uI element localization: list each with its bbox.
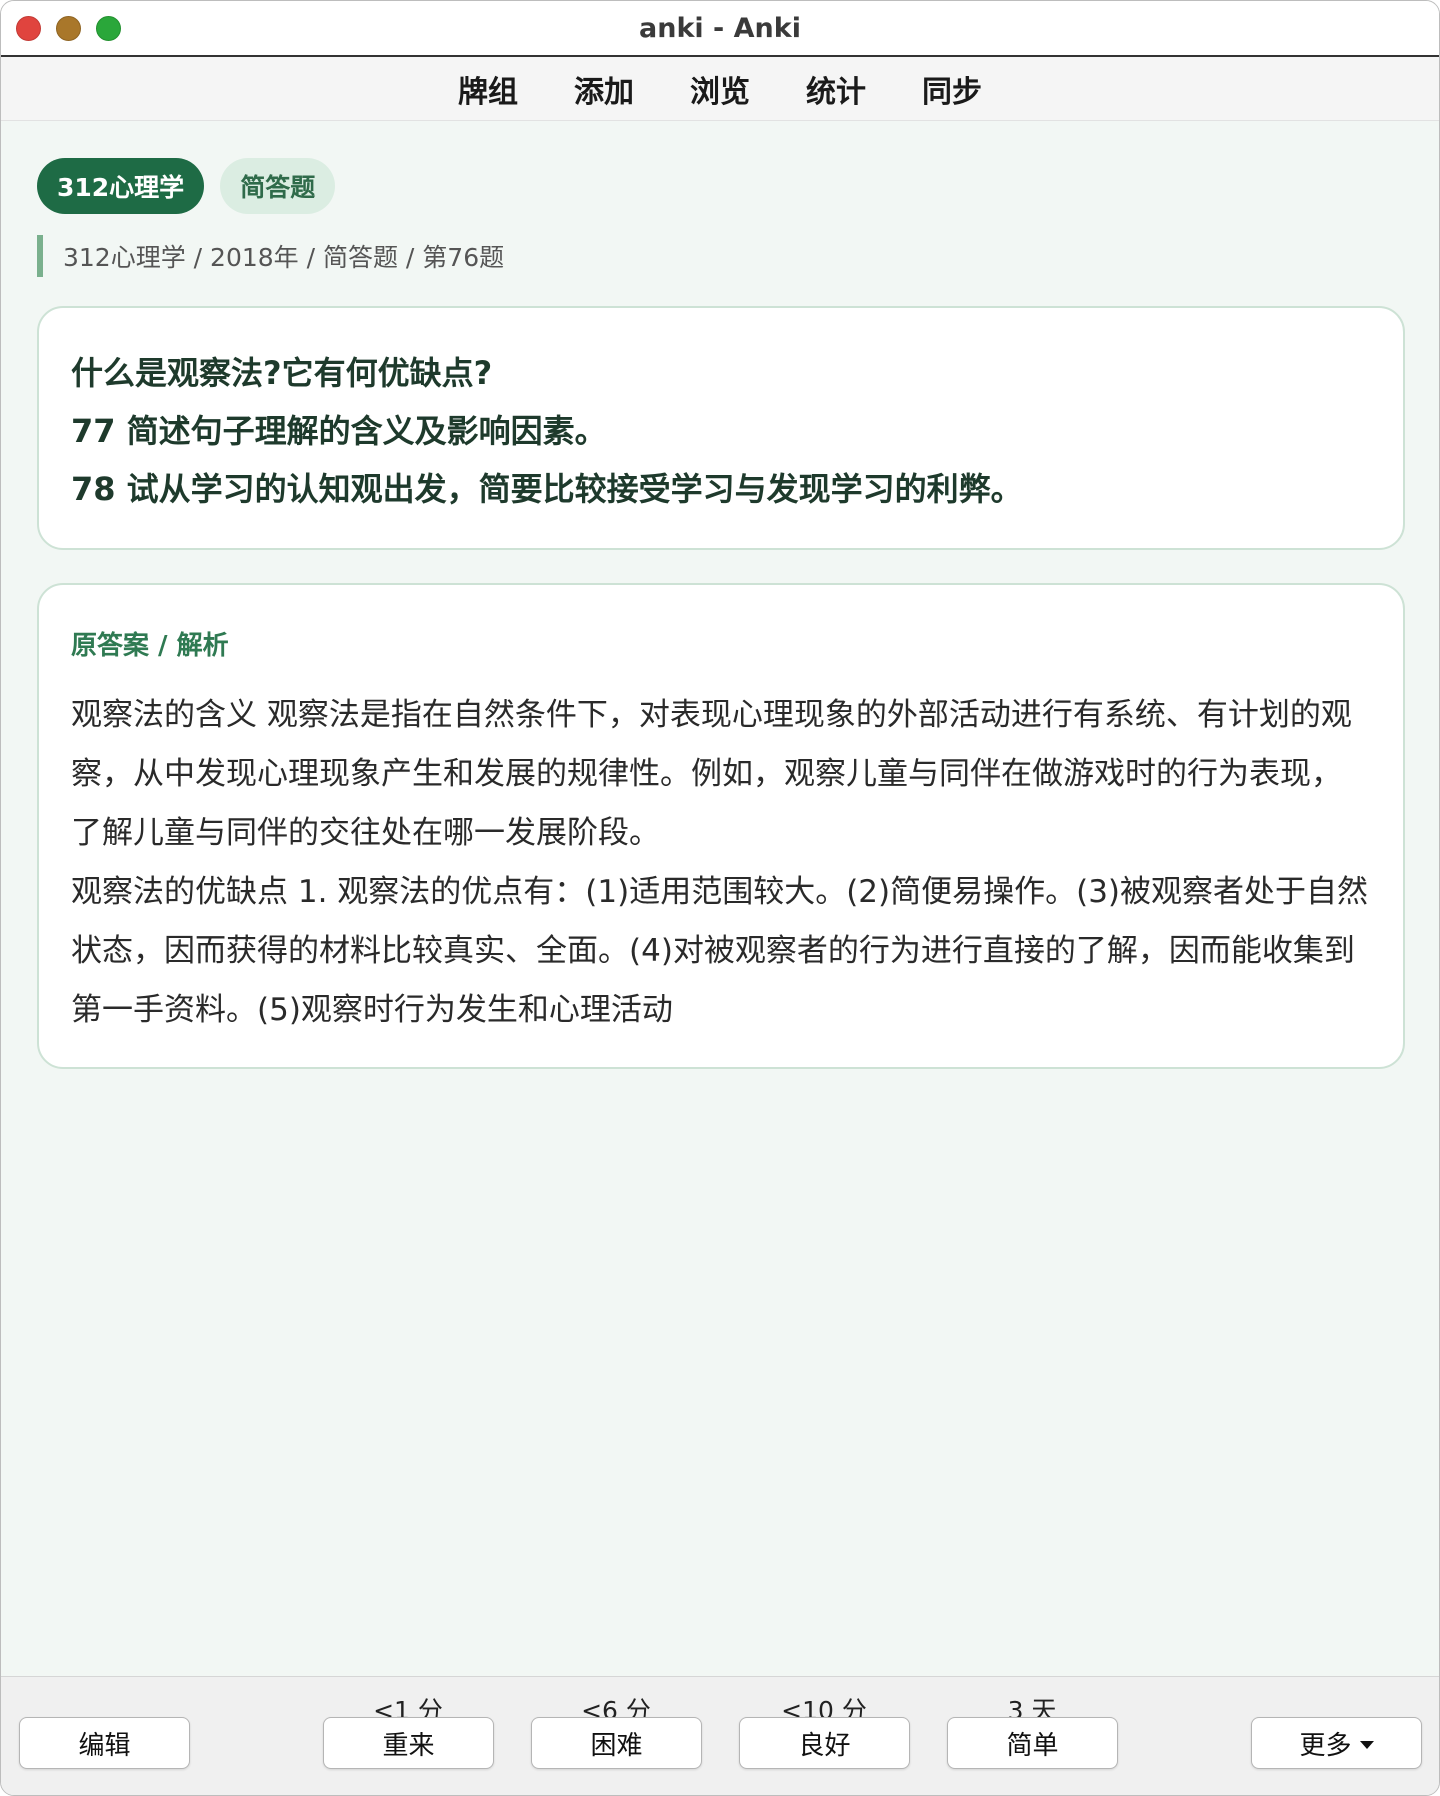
- chevron-down-icon: [1359, 1741, 1374, 1749]
- easy-button[interactable]: 简单: [947, 1717, 1118, 1769]
- again-button-label: 重来: [382, 1730, 435, 1761]
- easy-button-label: 简单: [1006, 1730, 1059, 1761]
- question-line: 78 试从学习的认知观出发，简要比较接受学习与发现学习的利弊。: [71, 470, 1023, 508]
- question-card: 什么是观察法?它有何优缺点? 77 简述句子理解的含义及影响因素。 78 试从学…: [37, 306, 1405, 550]
- menu-stats[interactable]: 统计: [806, 67, 866, 111]
- anki-window: anki - Anki 牌组 添加 浏览 统计 同步 312心理学 简答题 31…: [0, 0, 1440, 1796]
- menu-sync[interactable]: 同步: [922, 67, 982, 111]
- hard-button[interactable]: 困难: [531, 1717, 702, 1769]
- tag-subject: 312心理学: [37, 158, 205, 214]
- edit-button[interactable]: 编辑: [19, 1717, 190, 1769]
- more-button[interactable]: 更多: [1251, 1717, 1422, 1769]
- menu-decks[interactable]: 牌组: [458, 67, 518, 111]
- good-button-label: 良好: [798, 1730, 851, 1761]
- menu-add[interactable]: 添加: [574, 67, 634, 111]
- hard-button-label: 困难: [590, 1730, 643, 1761]
- answer-text: 观察法的含义 观察法是指在自然条件下，对表现心理现象的外部活动进行有系统、有计划…: [71, 697, 1369, 1028]
- edit-button-label: 编辑: [78, 1730, 131, 1761]
- tag-question-type: 简答题: [220, 158, 336, 214]
- window-title: anki - Anki: [639, 13, 801, 44]
- question-line: 77 简述句子理解的含义及影响因素。: [71, 412, 607, 450]
- good-button[interactable]: 良好: [739, 1717, 910, 1769]
- review-bottom-bar: [1, 1676, 1439, 1795]
- title-bar: anki - Anki: [1, 1, 1439, 57]
- question-line: 什么是观察法?它有何优缺点?: [71, 354, 493, 392]
- answer-card: 原答案 / 解析 观察法的含义 观察法是指在自然条件下，对表现心理现象的外部活动…: [37, 583, 1405, 1069]
- card-breadcrumb: 312心理学 / 2018年 / 简答题 / 第76题: [37, 235, 504, 277]
- menu-browse[interactable]: 浏览: [690, 67, 750, 111]
- again-button[interactable]: 重来: [323, 1717, 494, 1769]
- more-button-label: 更多: [1299, 1730, 1352, 1761]
- card-tags: 312心理学 简答题: [37, 158, 336, 214]
- answer-heading: 原答案 / 解析: [71, 631, 229, 661]
- main-toolbar: 牌组 添加 浏览 统计 同步: [1, 57, 1439, 121]
